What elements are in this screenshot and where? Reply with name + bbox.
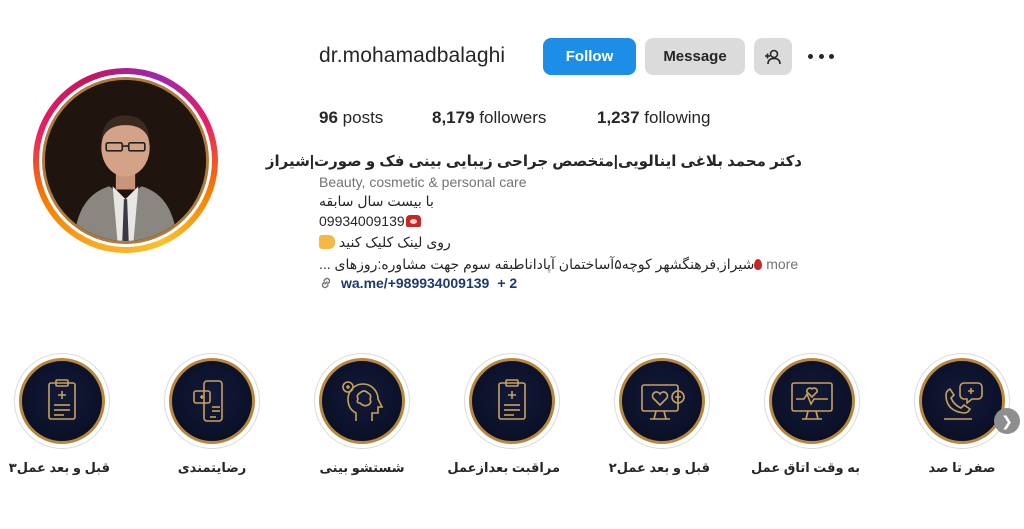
avatar-photo — [42, 77, 209, 244]
location-pin-icon — [754, 259, 763, 270]
bio-external-link[interactable]: wa.me/+989934009139 + 2 — [319, 275, 517, 291]
bio-line-experience: با بیست سال سابقه — [319, 193, 434, 209]
highlight-ring — [764, 353, 860, 449]
bio-link-extra: + 2 — [497, 275, 518, 291]
follow-button[interactable]: Follow — [543, 38, 636, 75]
highlight-cover — [469, 358, 555, 444]
dot — [829, 53, 834, 59]
highlight-item[interactable]: قبل و بعد عمل۳ — [8, 353, 110, 476]
head-brain-icon — [342, 381, 384, 421]
telephone-chat-icon — [944, 382, 983, 420]
highlight-cover — [769, 358, 855, 444]
bio-address-text: شیراز,فرهنگشهر کوچه۵آساختمان آپاداناطبقه… — [319, 256, 755, 272]
highlight-item[interactable]: رضایتمندی — [164, 353, 260, 476]
profile-portrait-icon — [45, 80, 206, 241]
phone-chat-icon — [193, 380, 223, 422]
add-person-icon — [765, 49, 781, 64]
bio-full-name: دکتر محمد بلاغی اینالویی|متخصص جراحی زیب… — [265, 153, 802, 170]
clipboard-icon — [48, 379, 76, 420]
more-options-icon[interactable] — [808, 44, 834, 68]
highlight-item[interactable]: به وقت اتاق عمل — [751, 353, 860, 476]
telephone-icon — [405, 215, 421, 227]
message-button[interactable]: Message — [645, 38, 745, 75]
suggested-accounts-button[interactable] — [754, 38, 792, 75]
posts-count: 96 posts — [319, 108, 383, 128]
following-label: following — [644, 108, 711, 127]
following-link[interactable]: 1,237 following — [597, 108, 710, 128]
monitor-pulse-icon — [791, 382, 833, 420]
highlight-cover — [319, 358, 405, 444]
profile-avatar[interactable] — [33, 68, 218, 253]
highlight-label: رضایتمندی — [177, 460, 247, 475]
highlight-ring — [914, 353, 1010, 449]
highlight-cover — [19, 358, 105, 444]
bio-click-text: روی لینک کلیک کنید — [338, 234, 451, 250]
dot — [808, 53, 813, 59]
highlight-label: شستشو بینی — [319, 460, 405, 475]
clipboard-icon — [498, 379, 526, 420]
bio-line-phone: 09934009139 — [319, 213, 421, 229]
bio-more-button[interactable]: more — [766, 256, 798, 272]
highlight-cover — [619, 358, 705, 444]
monitor-heart-icon — [641, 384, 685, 420]
highlight-label: صفر تا صد — [928, 460, 996, 475]
bio-link-text: wa.me/+989934009139 — [341, 275, 490, 291]
highlight-label: به وقت اتاق عمل — [751, 460, 860, 475]
dot — [818, 53, 824, 59]
posts-number: 96 — [319, 108, 338, 127]
followers-link[interactable]: 8,179 followers — [432, 108, 546, 128]
link-icon — [321, 277, 331, 289]
bio-line-click: روی لینک کلیک کنید — [319, 234, 451, 251]
avatar-inner-border — [39, 74, 212, 247]
followers-number: 8,179 — [432, 108, 475, 127]
highlight-label: قبل و بعد عمل۲ — [608, 460, 710, 475]
followers-label: followers — [479, 108, 547, 127]
pointing-hand-icon — [319, 235, 335, 249]
highlight-label: قبل و بعد عمل۳ — [8, 460, 110, 475]
highlight-cover — [169, 358, 255, 444]
highlight-ring — [14, 353, 110, 449]
highlight-ring — [164, 353, 260, 449]
bio-line-address: شیراز,فرهنگشهر کوچه۵آساختمان آپاداناطبقه… — [319, 256, 798, 273]
profile-username: dr.mohamadbalaghi — [319, 44, 506, 67]
highlight-ring — [614, 353, 710, 449]
highlights-next-arrow-icon[interactable]: ❯ — [994, 408, 1020, 434]
posts-label: posts — [342, 108, 384, 127]
highlight-cover — [919, 358, 1005, 444]
highlight-ring — [464, 353, 560, 449]
highlight-ring — [314, 353, 410, 449]
following-number: 1,237 — [597, 108, 640, 127]
highlight-item[interactable]: شستشو بینی — [314, 353, 410, 476]
bio-phone-number: 09934009139 — [319, 213, 405, 229]
highlight-item[interactable]: مراقبت بعدازعمل — [447, 353, 560, 476]
bio-category: Beauty, cosmetic & personal care — [319, 174, 527, 190]
highlight-item[interactable]: قبل و بعد عمل۲ — [608, 353, 710, 476]
highlight-label: مراقبت بعدازعمل — [447, 460, 560, 475]
